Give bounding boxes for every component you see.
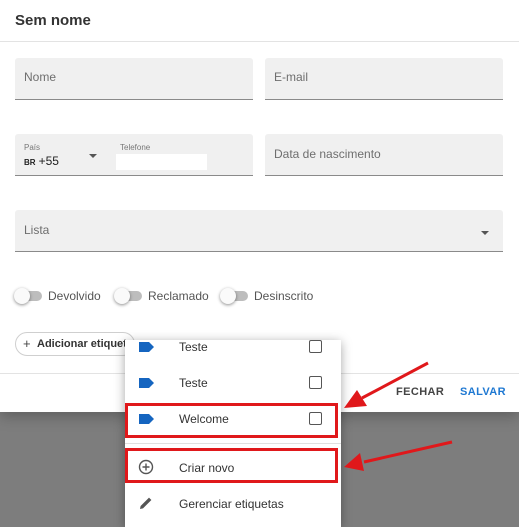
toggle-knob: [14, 288, 30, 304]
dialog-title: Sem nome: [15, 12, 91, 29]
close-button[interactable]: FECHAR: [396, 386, 444, 398]
country-dial-code: +55: [38, 154, 59, 168]
label-tag-icon: [139, 342, 154, 352]
toggle-knob: [220, 288, 236, 304]
tag-label: Teste: [179, 340, 208, 354]
toggle-label-reclamado: Reclamado: [148, 289, 209, 303]
email-field[interactable]: E-mail: [265, 58, 503, 100]
country-select[interactable]: BR +55: [24, 154, 59, 168]
birthdate-field-label: Data de nascimento: [274, 147, 381, 161]
tag-menu-item[interactable]: Teste: [125, 340, 341, 364]
list-select[interactable]: Lista: [15, 210, 503, 252]
menu-divider: [125, 443, 341, 444]
highlight-box-welcome: [125, 403, 338, 438]
country-dropdown-caret-icon[interactable]: [89, 154, 97, 158]
add-tag-label: Adicionar etiqueta: [37, 338, 133, 350]
name-field[interactable]: Nome: [15, 58, 253, 100]
toggle-knob: [114, 288, 130, 304]
phone-label: Telefone: [120, 143, 151, 152]
highlight-box-create-new: [125, 448, 338, 483]
list-dropdown-caret-icon: [481, 231, 489, 235]
pencil-icon: [140, 497, 152, 509]
country-code: BR: [24, 158, 36, 167]
email-field-label: E-mail: [274, 70, 309, 84]
tag-menu-item[interactable]: Teste: [125, 364, 341, 400]
add-tag-button[interactable]: + Adicionar etiqueta: [15, 332, 135, 356]
save-button[interactable]: SALVAR: [460, 386, 506, 398]
list-select-label: Lista: [24, 223, 50, 237]
label-tag-icon: [139, 378, 154, 388]
phone-input[interactable]: [116, 154, 207, 170]
manage-tags-item[interactable]: Gerenciar etiquetas: [125, 485, 341, 521]
name-field-label: Nome: [24, 70, 57, 84]
toggle-label-devolvido: Devolvido: [48, 289, 101, 303]
tag-checkbox[interactable]: [309, 340, 322, 353]
plus-icon: +: [23, 336, 31, 351]
manage-tags-label: Gerenciar etiquetas: [179, 497, 284, 511]
country-label: País: [24, 143, 41, 152]
toggle-label-desinscrito: Desinscrito: [254, 289, 314, 303]
birthdate-field[interactable]: Data de nascimento: [265, 134, 503, 176]
tag-checkbox[interactable]: [309, 376, 322, 389]
phone-field-group: País BR +55 Telefone: [15, 134, 253, 176]
annotation-arrow-create-new: [344, 440, 453, 471]
tag-label: Teste: [179, 376, 208, 390]
title-divider: [0, 41, 519, 42]
